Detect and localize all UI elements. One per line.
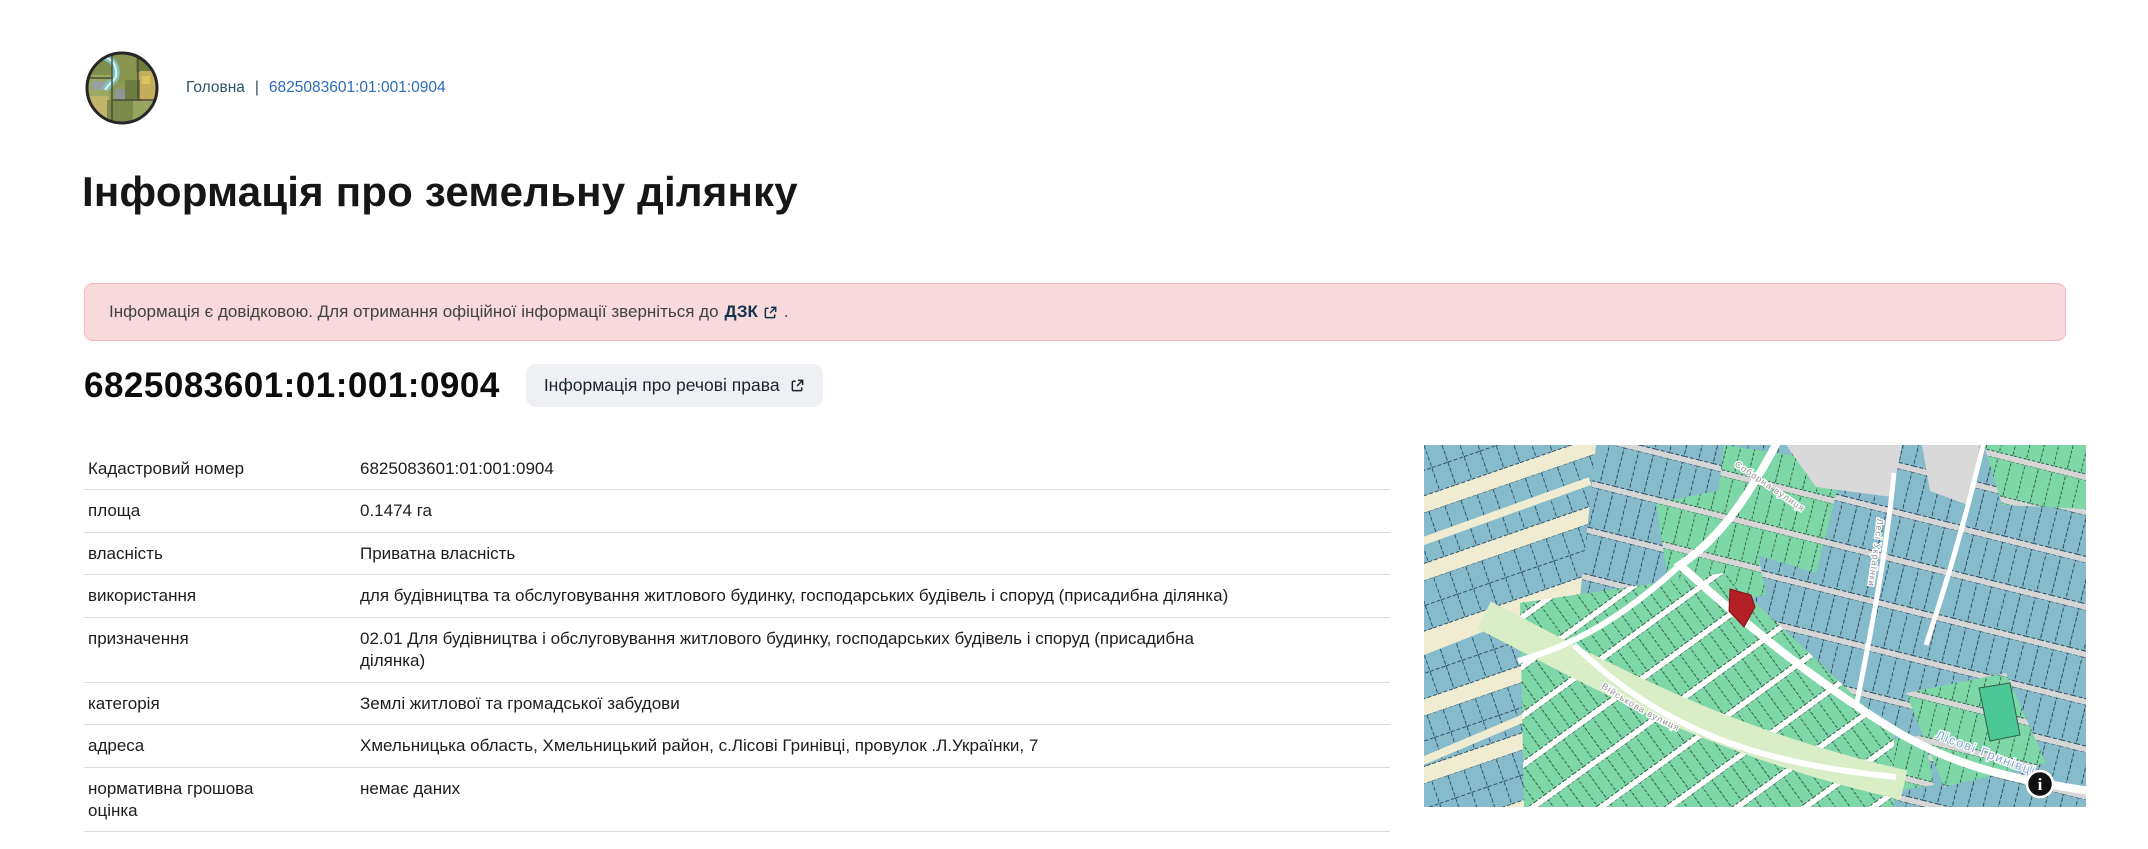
row-value: Землі житлової та громадської забудови bbox=[360, 691, 1244, 715]
row-label: категорія bbox=[84, 691, 360, 715]
row-label: нормативна грошова оцінка bbox=[84, 776, 360, 823]
cadastral-map-canvas[interactable]: Соборна вулиця Лесі Українки Військова в… bbox=[1424, 445, 2086, 807]
info-icon: i bbox=[2038, 775, 2043, 794]
row-value: Приватна власність bbox=[360, 541, 1244, 565]
row-label: площа bbox=[84, 498, 360, 522]
row-value: 02.01 Для будівництва і обслуговування ж… bbox=[360, 626, 1244, 673]
property-rights-button-label: Інформація про речові права bbox=[544, 375, 780, 396]
property-rights-button[interactable]: Інформація про речові права bbox=[526, 364, 823, 407]
table-row: категорія Землі житлової та громадської … bbox=[84, 683, 1390, 725]
dzk-link[interactable]: ДЗК bbox=[725, 302, 778, 322]
row-label: Кадастровий номер bbox=[84, 456, 360, 480]
parcel-details-table: Кадастровий номер 6825083601:01:001:0904… bbox=[84, 448, 1390, 832]
dzk-link-label: ДЗК bbox=[725, 302, 758, 322]
table-row: нормативна грошова оцінка немає даних bbox=[84, 768, 1390, 833]
cadastral-map[interactable]: Соборна вулиця Лесі Українки Військова в… bbox=[1424, 445, 2086, 807]
row-label: адреса bbox=[84, 733, 360, 757]
parcel-number: 6825083601:01:001:0904 bbox=[84, 366, 500, 406]
info-alert: Інформація є довідковою. Для отримання о… bbox=[84, 283, 2066, 341]
alert-text: Інформація є довідковою. Для отримання о… bbox=[109, 302, 719, 322]
map-info-button[interactable]: i bbox=[2027, 771, 2053, 797]
site-logo[interactable] bbox=[84, 50, 160, 126]
external-link-icon bbox=[790, 378, 805, 393]
table-row: площа 0.1474 га bbox=[84, 490, 1390, 532]
external-link-icon bbox=[763, 305, 778, 320]
row-value: 6825083601:01:001:0904 bbox=[360, 456, 1244, 480]
row-label: призначення bbox=[84, 626, 360, 673]
row-value: Хмельницька область, Хмельницький район,… bbox=[360, 733, 1244, 757]
breadcrumb-current-link[interactable]: 6825083601:01:001:0904 bbox=[269, 79, 446, 97]
row-label: власність bbox=[84, 541, 360, 565]
table-row: адреса Хмельницька область, Хмельницький… bbox=[84, 725, 1390, 767]
breadcrumb-home-link[interactable]: Головна bbox=[186, 79, 245, 97]
row-value: немає даних bbox=[360, 776, 1244, 823]
breadcrumb: Головна | 6825083601:01:001:0904 bbox=[186, 79, 446, 97]
row-label: використання bbox=[84, 583, 360, 607]
alert-suffix: . bbox=[784, 302, 789, 322]
page-title: Інформація про земельну ділянку bbox=[82, 168, 798, 216]
table-row: Кадастровий номер 6825083601:01:001:0904 bbox=[84, 448, 1390, 490]
parcel-heading-row: 6825083601:01:001:0904 Інформація про ре… bbox=[84, 364, 823, 407]
table-row: власність Приватна власність bbox=[84, 533, 1390, 575]
row-value: для будівництва та обслуговування житлов… bbox=[360, 583, 1244, 607]
table-row: призначення 02.01 Для будівництва і обсл… bbox=[84, 618, 1390, 683]
header: Головна | 6825083601:01:001:0904 bbox=[84, 50, 446, 126]
breadcrumb-separator: | bbox=[255, 79, 259, 97]
logo-map-art bbox=[84, 50, 160, 126]
row-value: 0.1474 га bbox=[360, 498, 1244, 522]
table-row: використання для будівництва та обслугов… bbox=[84, 575, 1390, 617]
